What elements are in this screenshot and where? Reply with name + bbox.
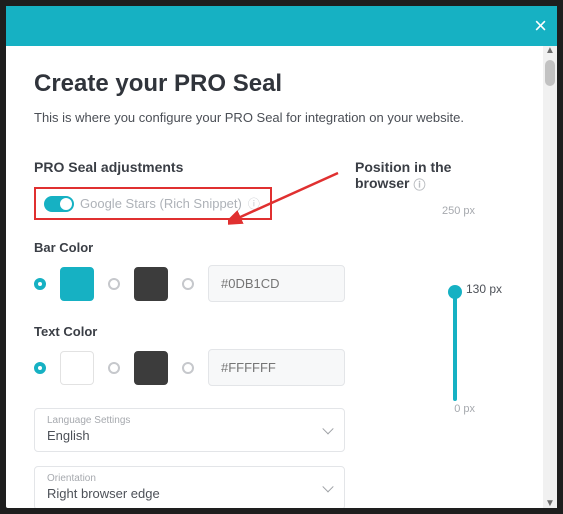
scrollbar[interactable]: ▲ ▼: [543, 46, 557, 508]
language-select-value: English: [47, 428, 332, 443]
bar-color-label: Bar Color: [34, 240, 345, 255]
position-slider-area: 250 px 0 px 130 px: [355, 205, 515, 415]
scroll-down-icon[interactable]: ▼: [543, 498, 557, 508]
page-intro: This is where you configure your PRO Sea…: [34, 110, 515, 125]
scroll-up-icon[interactable]: ▲: [543, 46, 557, 56]
text-color-swatch-white[interactable]: [60, 351, 94, 385]
modal-body: Create your PRO Seal This is where you c…: [6, 46, 543, 508]
position-column: Position in the browserⓘ 250 px 0 px 130…: [355, 159, 515, 508]
adjustments-column: PRO Seal adjustments Google Stars (Rich …: [34, 159, 345, 508]
page-title: Create your PRO Seal: [34, 70, 515, 98]
slider-min-label: 0 px: [454, 403, 475, 415]
bar-color-row: [34, 265, 345, 302]
text-color-label: Text Color: [34, 324, 345, 339]
modal: × Create your PRO Seal This is where you…: [6, 6, 557, 508]
slider-track-fill: [453, 292, 457, 401]
slider-value-label: 130 px: [466, 282, 502, 296]
language-select-label: Language Settings: [47, 415, 332, 426]
bar-color-hex-wrap: [208, 265, 345, 302]
info-icon[interactable]: ⓘ: [413, 178, 425, 192]
bar-color-hex-input[interactable]: [208, 265, 345, 302]
modal-scroll-shell: Create your PRO Seal This is where you c…: [6, 46, 557, 508]
text-color-row: [34, 349, 345, 386]
text-color-swatch-dark[interactable]: [134, 351, 168, 385]
orientation-select-label: Orientation: [47, 473, 332, 484]
bar-color-radio-3[interactable]: [182, 278, 194, 290]
google-stars-highlight: Google Stars (Rich Snippet) ⓘ: [34, 187, 272, 220]
info-icon[interactable]: ⓘ: [248, 195, 260, 212]
position-title-text: Position in the browser: [355, 159, 451, 191]
google-stars-toggle[interactable]: [44, 196, 74, 212]
slider-track[interactable]: 130 px: [453, 219, 457, 401]
close-icon[interactable]: ×: [534, 13, 547, 39]
google-stars-label: Google Stars (Rich Snippet): [80, 196, 242, 211]
content-columns: PRO Seal adjustments Google Stars (Rich …: [34, 159, 515, 508]
slider-max-label: 250 px: [442, 205, 475, 217]
text-color-radio-1[interactable]: [34, 362, 46, 374]
text-color-hex-wrap: [208, 349, 345, 386]
text-color-radio-3[interactable]: [182, 362, 194, 374]
text-color-radio-2[interactable]: [108, 362, 120, 374]
orientation-select[interactable]: Orientation Right browser edge: [34, 466, 345, 508]
adjustments-title: PRO Seal adjustments: [34, 159, 345, 175]
bar-color-swatch-dark[interactable]: [134, 267, 168, 301]
modal-header: ×: [6, 6, 557, 46]
bar-color-radio-1[interactable]: [34, 278, 46, 290]
scrollbar-thumb[interactable]: [545, 60, 555, 86]
text-color-hex-input[interactable]: [208, 349, 345, 386]
slider-handle[interactable]: 130 px: [448, 285, 462, 299]
bar-color-radio-2[interactable]: [108, 278, 120, 290]
bar-color-swatch-teal[interactable]: [60, 267, 94, 301]
orientation-select-value: Right browser edge: [47, 486, 332, 501]
position-title: Position in the browserⓘ: [355, 159, 515, 193]
language-select[interactable]: Language Settings English: [34, 408, 345, 452]
